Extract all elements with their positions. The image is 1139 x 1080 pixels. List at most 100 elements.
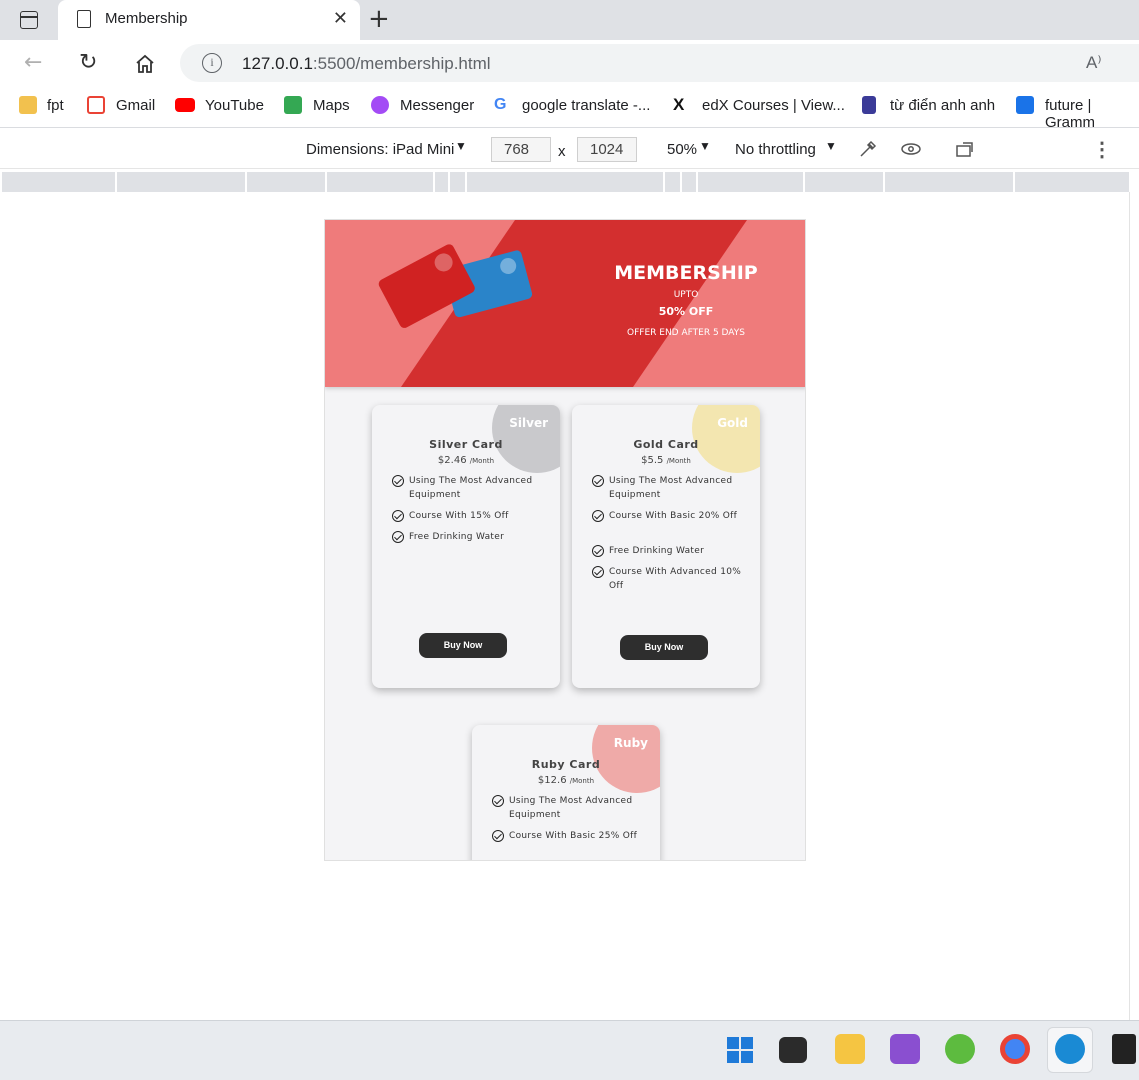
feature-text: Course With Basic 20% Off [609, 511, 738, 521]
notion-icon[interactable] [1112, 1034, 1136, 1064]
eye-icon[interactable] [900, 141, 922, 157]
bookmark-grammarly[interactable]: future | Gramm [1045, 97, 1139, 131]
page-icon [77, 10, 91, 28]
check-circle-icon [592, 475, 604, 487]
ruler-divider [1013, 172, 1015, 192]
rotate-icon[interactable] [955, 140, 977, 158]
feature-item: Course With Basic 20% Off [592, 509, 742, 523]
bookmark-messenger[interactable]: Messenger [400, 97, 474, 114]
check-circle-icon [392, 531, 404, 543]
price-period: /Month [666, 457, 691, 465]
buy-now-button[interactable]: Buy Now [620, 635, 708, 660]
membership-banner: MEMBERSHIP UPTO 50% OFF OFFER END AFTER … [325, 220, 805, 387]
price-value: $5.5 [641, 455, 664, 466]
ruler-divider [115, 172, 117, 192]
dimension-separator: x [558, 143, 566, 160]
eyedropper-icon[interactable] [858, 139, 878, 159]
ruler-divider [696, 172, 698, 192]
width-input[interactable]: 768 [491, 137, 551, 162]
dimensions-dropdown[interactable]: Dimensions: iPad Mini [306, 141, 454, 158]
zoom-dropdown[interactable]: 50% [667, 141, 697, 158]
membership-card-ruby: Ruby Ruby Card $12.6 /Month Using The Mo… [472, 725, 660, 860]
bookmark-youtube[interactable]: YouTube [205, 97, 264, 114]
ruler-divider [663, 172, 665, 192]
back-arrow-icon[interactable]: ← [24, 50, 42, 75]
bookmark-dictionary[interactable]: từ điển anh anh [890, 97, 995, 114]
url-path: :5500/membership.html [312, 54, 491, 73]
visual-studio-icon[interactable] [890, 1034, 920, 1064]
maps-icon [284, 96, 302, 114]
edx-icon: X [673, 95, 685, 114]
tab-title: Membership [105, 10, 188, 27]
check-circle-icon [592, 566, 604, 578]
windows-start-icon[interactable] [726, 1036, 754, 1064]
device-viewport: MEMBERSHIP UPTO 50% OFF OFFER END AFTER … [324, 219, 806, 861]
ruler-divider [680, 172, 682, 192]
ruler-divider [433, 172, 435, 192]
app-icon[interactable] [945, 1034, 975, 1064]
browser-tab[interactable]: Membership ✕ [58, 0, 360, 40]
tier-label: Ruby [613, 736, 648, 750]
dictionary-icon [862, 96, 876, 114]
check-circle-icon [392, 510, 404, 522]
ruler-divider [245, 172, 247, 192]
chevron-down-icon[interactable]: ▼ [825, 139, 837, 153]
reload-icon[interactable]: ↻ [79, 50, 97, 75]
chrome-icon[interactable] [1000, 1034, 1030, 1064]
site-info-icon[interactable]: i [202, 53, 222, 73]
check-circle-icon [592, 545, 604, 557]
card-name: Ruby Card [531, 758, 601, 771]
url-text[interactable]: 127.0.0.1:5500/membership.html [242, 54, 491, 74]
feature-item: Using The Most Advanced Equipment [592, 474, 742, 502]
price-period: /Month [569, 777, 595, 785]
bookmark-gmail[interactable]: Gmail [116, 97, 155, 114]
ruler-divider [803, 172, 805, 192]
card-price: $12.6 /Month [472, 775, 660, 786]
bookmark-maps[interactable]: Maps [313, 97, 350, 114]
new-tab-button[interactable]: + [368, 4, 390, 34]
feature-item: Course With Basic 25% Off [492, 829, 642, 843]
ruler-divider [465, 172, 467, 192]
card-price: $5.5 /Month [572, 455, 760, 466]
bookmark-edx[interactable]: edX Courses | View... [702, 97, 845, 114]
price-period: /Month [469, 457, 495, 465]
gmail-icon [87, 96, 105, 114]
feature-text: Using The Most Advanced Equipment [509, 796, 633, 820]
bookmark-google-translate[interactable]: google translate -... [522, 97, 650, 114]
membership-card-gold: Gold Gold Card $5.5 /Month Using The Mos… [572, 405, 760, 688]
height-input[interactable]: 1024 [577, 137, 637, 162]
google-icon: G [494, 96, 507, 113]
feature-text: Course With Basic 25% Off [509, 831, 638, 841]
file-explorer-icon[interactable] [835, 1034, 865, 1064]
bookmark-fpt[interactable]: fpt [47, 97, 64, 114]
home-icon[interactable] [134, 53, 156, 75]
buy-now-button[interactable]: Buy Now [419, 633, 507, 658]
feature-item: Using The Most Advanced Equipment [492, 794, 642, 822]
feature-item: Using The Most Advanced Equipment [392, 474, 542, 502]
check-circle-icon [492, 830, 504, 842]
sidebar-toggle-icon[interactable] [20, 11, 38, 29]
youtube-icon [175, 98, 195, 112]
close-tab-icon[interactable]: ✕ [333, 8, 348, 29]
feature-text: Course With Advanced 10% Off [609, 567, 742, 591]
banner-title: MEMBERSHIP [614, 262, 758, 284]
task-view-icon[interactable] [779, 1037, 807, 1063]
chevron-down-icon[interactable]: ▼ [455, 139, 467, 153]
read-aloud-icon[interactable]: A⁾ [1086, 53, 1102, 73]
feature-item: Free Drinking Water [392, 530, 542, 544]
folder-icon [19, 96, 37, 114]
banner-discount: 50% OFF [658, 305, 714, 318]
feature-text: Using The Most Advanced Equipment [409, 476, 533, 500]
banner-upto: UPTO [673, 290, 699, 300]
edge-icon[interactable] [1055, 1034, 1085, 1064]
throttling-dropdown[interactable]: No throttling [735, 141, 816, 158]
price-value: $12.6 [537, 775, 567, 786]
chevron-down-icon[interactable]: ▼ [699, 139, 711, 153]
feature-text: Free Drinking Water [609, 546, 705, 556]
check-circle-icon [592, 510, 604, 522]
banner-stripe [378, 220, 747, 387]
url-host: 127.0.0.1 [242, 54, 313, 73]
feature-text: Using The Most Advanced Equipment [609, 476, 733, 500]
devtools-panel-edge [1129, 192, 1139, 1020]
more-options-icon[interactable]: ⋮ [1092, 137, 1112, 162]
